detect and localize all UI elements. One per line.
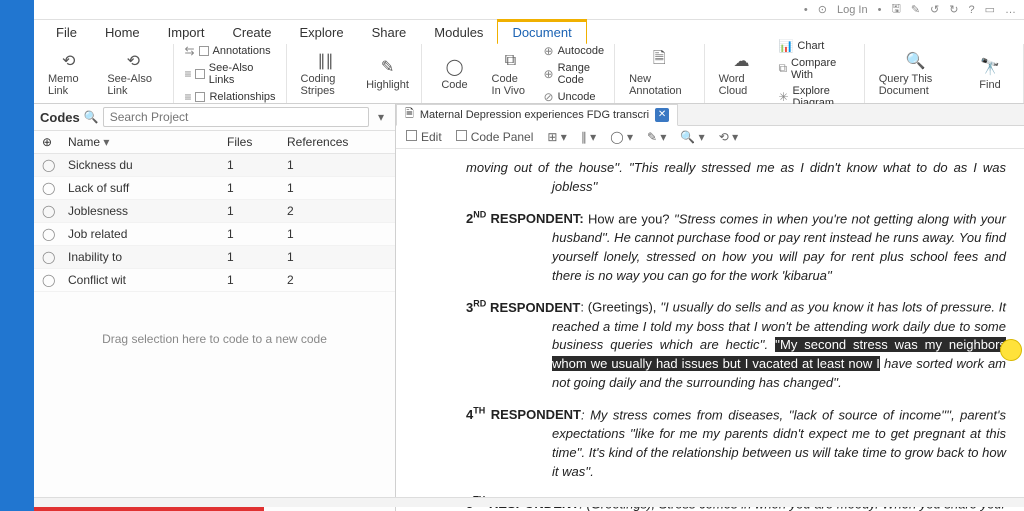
code-row[interactable]: ◯Inability to11 [34, 246, 395, 269]
search-dropdown[interactable]: ▾ [373, 110, 389, 124]
menu-create[interactable]: Create [218, 22, 285, 43]
respondent-4: 4TH RESPONDENT: My stress comes from dis… [466, 405, 1006, 482]
zoom-tool[interactable]: 🔍 ▾ [680, 130, 704, 144]
compare-with-button[interactable]: ⧉Compare With [776, 56, 855, 82]
circle-icon: ◯ [42, 204, 68, 218]
save-icon[interactable]: 🖫 [891, 0, 900, 19]
circle-icon: ◯ [42, 181, 68, 195]
memo-link-button[interactable]: ⟲Memo Link [42, 49, 95, 99]
title-bar: • ⊙ Log In • 🖫 ✎ ↺ ↻ ? ▭ … [34, 0, 1024, 20]
range-code-button[interactable]: ⊕Range Code [542, 61, 607, 87]
align-tool[interactable]: ∥ ▾ [581, 130, 596, 144]
uncode-button[interactable]: ⊘Uncode [542, 89, 607, 105]
status-bar [34, 497, 1024, 507]
col-files[interactable]: Files [227, 135, 287, 149]
relationships-toggle[interactable]: ≡Relationships [182, 89, 277, 105]
redo-icon[interactable]: ↻ [949, 3, 958, 16]
code-row[interactable]: ◯Joblesness12 [34, 200, 395, 223]
window-icon[interactable]: ▭ [985, 3, 995, 16]
circle-icon: ◯ [446, 57, 464, 77]
titlebar-dot: • [804, 4, 808, 16]
layout-tool[interactable]: ⊞ ▾ [547, 130, 566, 144]
document-area: 🗎 Maternal Depression experiences FDG tr… [396, 104, 1024, 511]
chart-button[interactable]: 📊Chart [776, 38, 855, 54]
codes-grid-body: ◯Sickness du11 ◯Lack of suff11 ◯Joblesne… [34, 154, 395, 292]
code-row[interactable]: ◯Lack of suff11 [34, 177, 395, 200]
close-tab-icon[interactable]: ✕ [655, 108, 669, 122]
menu-explore[interactable]: Explore [286, 22, 358, 43]
app-frame: • ⊙ Log In • 🖫 ✎ ↺ ↻ ? ▭ … File Home Imp… [34, 0, 1024, 511]
link-tool[interactable]: ⟲ ▾ [719, 130, 738, 144]
autocode-button[interactable]: ⊕Autocode [542, 43, 607, 59]
word-cloud-button[interactable]: ☁Word Cloud [713, 49, 771, 99]
code-panel-toggle[interactable]: Code Panel [456, 130, 534, 144]
document-toolbar: Edit Code Panel ⊞ ▾ ∥ ▾ ◯ ▾ ✎ ▾ 🔍 ▾ ⟲ ▾ [396, 126, 1024, 149]
code-row[interactable]: ◯Conflict wit12 [34, 269, 395, 292]
see-also-link-button[interactable]: ⟲See-Also Link [101, 49, 165, 99]
highlight-button[interactable]: ✎Highlight [363, 55, 413, 93]
code-row[interactable]: ◯Sickness du11 [34, 154, 395, 177]
codes-panel-title: Codes [40, 110, 80, 125]
doc-icon: 🗎 [405, 105, 414, 124]
menu-document[interactable]: Document [497, 19, 586, 45]
annotations-toggle[interactable]: ⇆Annotations [182, 43, 277, 59]
see-also-links-toggle[interactable]: ≡See-Also Links [182, 61, 277, 87]
stripes-icon: ∥∥ [318, 51, 334, 71]
circle-icon: ◯ [42, 227, 68, 241]
menu-modules[interactable]: Modules [420, 22, 497, 43]
titlebar-user-icon[interactable]: ⊙ [818, 3, 827, 16]
codes-grid-header: ⊕ Name ▾ Files References [34, 131, 395, 154]
code-row[interactable]: ◯Job related11 [34, 223, 395, 246]
undo-icon[interactable]: ↺ [930, 3, 939, 16]
link-icon: ⟲ [62, 51, 75, 71]
codes-panel: Codes 🔍 ▾ ⊕ Name ▾ Files References ◯Sic… [34, 104, 396, 511]
col-references[interactable]: References [287, 135, 387, 149]
menu-file[interactable]: File [42, 22, 91, 43]
shape-tool[interactable]: ◯ ▾ [610, 130, 633, 144]
coding-stripes-button[interactable]: ∥∥Coding Stripes [295, 49, 357, 99]
query-document-button[interactable]: 🔍Query This Document [873, 49, 959, 99]
drop-code-hint: Drag selection here to code to a new cod… [34, 292, 395, 386]
edit-toggle[interactable]: Edit [406, 130, 442, 144]
code-invivo-button[interactable]: ⧉Code In Vivo [486, 49, 536, 99]
menu-share[interactable]: Share [358, 22, 421, 43]
document-tab[interactable]: 🗎 Maternal Depression experiences FDG tr… [396, 104, 678, 126]
search-icon: 🔍 [906, 51, 926, 71]
circle-icon: ◯ [42, 250, 68, 264]
app-left-rail [0, 0, 34, 511]
respondent-2: 2ND RESPONDENT: How are you? ''Stress co… [466, 209, 1006, 286]
cursor-indicator [1000, 339, 1022, 361]
highlight-icon: ✎ [381, 57, 394, 77]
invivo-icon: ⧉ [505, 51, 516, 71]
more-icon[interactable]: … [1005, 4, 1016, 16]
tab-label: Maternal Depression experiences FDG tran… [420, 109, 649, 121]
progress-indicator [34, 507, 264, 511]
menu-home[interactable]: Home [91, 22, 154, 43]
find-button[interactable]: 🔭Find [965, 55, 1015, 93]
titlebar-sep: • [878, 4, 882, 16]
note-icon: 🗎 [653, 51, 666, 71]
transcript-fragment: moving out of the house''. ''This really… [466, 159, 1006, 197]
login-link[interactable]: Log In [837, 4, 868, 16]
respondent-3: 3RD RESPONDENT: (Greetings), ''I usually… [466, 297, 1006, 393]
ribbon: ⟲Memo Link ⟲See-Also Link ⇆Annotations ≡… [34, 44, 1024, 104]
pen-tool[interactable]: ✎ ▾ [647, 130, 666, 144]
menu-import[interactable]: Import [154, 22, 219, 43]
code-button[interactable]: ◯Code [430, 55, 480, 93]
search-project-input[interactable] [103, 107, 369, 127]
document-tabs: 🗎 Maternal Depression experiences FDG tr… [396, 104, 1024, 126]
binoculars-icon: 🔭 [980, 57, 1000, 77]
edit-icon[interactable]: ✎ [911, 3, 920, 16]
document-body[interactable]: moving out of the house''. ''This really… [396, 149, 1024, 511]
circle-icon: ◯ [42, 158, 68, 172]
col-name[interactable]: Name ▾ [68, 135, 227, 149]
circle-icon: ◯ [42, 273, 68, 287]
help-icon[interactable]: ? [968, 4, 974, 16]
new-annotation-button[interactable]: 🗎New Annotation [623, 49, 696, 99]
menu-bar: File Home Import Create Explore Share Mo… [34, 20, 1024, 44]
add-code-icon[interactable]: ⊕ [42, 135, 68, 149]
cloud-icon: ☁ [734, 51, 750, 71]
search-icon: 🔍 [84, 110, 99, 124]
link-icon: ⟲ [127, 51, 140, 71]
